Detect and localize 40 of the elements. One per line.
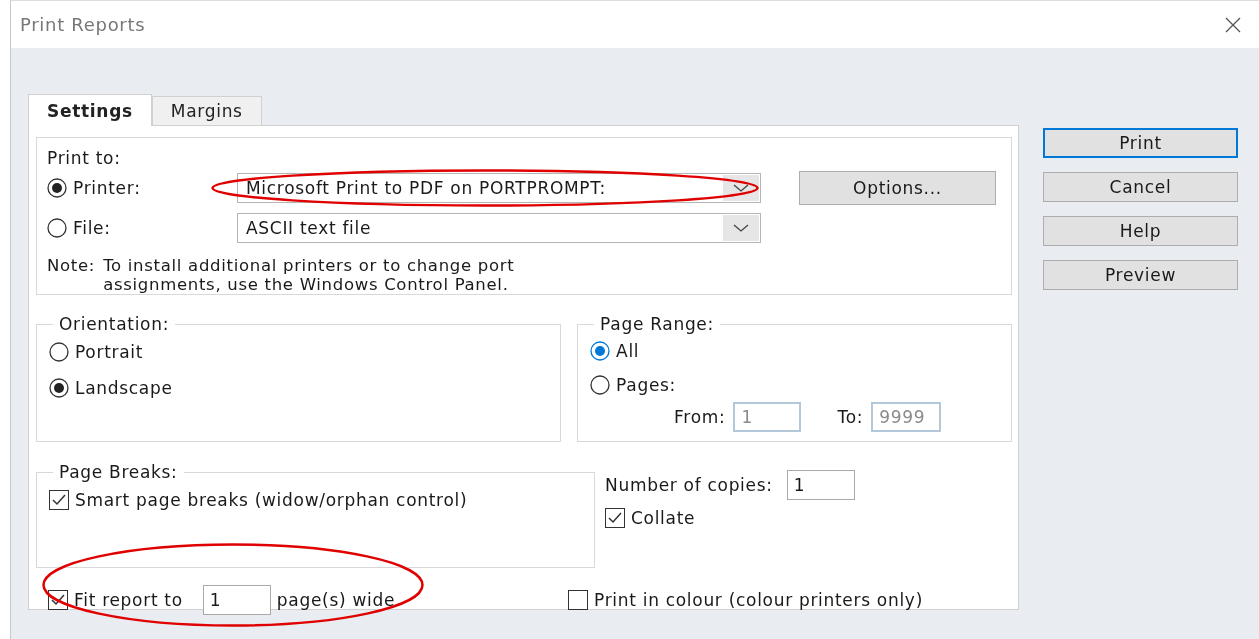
radio-button[interactable]: [49, 378, 69, 398]
window-title: Print Reports: [20, 14, 146, 35]
checkbox-label: Smart page breaks (widow/orphan control): [75, 490, 468, 510]
radio-label: Pages:: [616, 375, 677, 395]
field-label: To:: [837, 407, 864, 427]
caret-icon: [723, 215, 759, 241]
checkbox[interactable]: [568, 590, 588, 610]
radio-button[interactable]: [47, 218, 67, 238]
checkbox-label: Collate: [631, 508, 696, 528]
radio-label: All: [616, 341, 640, 361]
input-field[interactable]: 1: [786, 470, 855, 500]
checkbox-label: Print in colour (colour printers only): [594, 590, 923, 610]
dialog-button[interactable]: Cancel: [1043, 172, 1238, 202]
input-field[interactable]: 1: [202, 585, 271, 615]
note-text: To install additional printers or to change port assignments, use the Windows Control Panel.: [103, 256, 516, 294]
note-label: Note:: [47, 256, 96, 277]
group-label: Page Breaks:: [58, 462, 179, 482]
dialog-button[interactable]: Help: [1043, 216, 1238, 246]
checkbox[interactable]: [605, 508, 625, 528]
dropdown[interactable]: ASCII text file: [237, 213, 761, 243]
group-label: Orientation:: [58, 314, 171, 334]
group-label: Print to:: [47, 148, 121, 168]
tab[interactable]: Settings: [28, 94, 152, 126]
dialog-button[interactable]: Preview: [1043, 260, 1238, 290]
checkbox-label: Fit report to: [74, 590, 183, 610]
dropdown[interactable]: Microsoft Print to PDF on PORTPROMPT:: [237, 173, 761, 203]
radio-label: Portrait: [75, 342, 144, 362]
radio-label: Landscape: [75, 378, 173, 398]
radio-button[interactable]: [47, 178, 67, 198]
field-label: Number of copies:: [605, 475, 773, 495]
radio-label: File:: [73, 218, 111, 238]
group-label: Page Range:: [599, 314, 715, 334]
field-label: From:: [674, 407, 726, 427]
field-label: page(s) wide: [276, 590, 396, 610]
tab[interactable]: Margins: [151, 96, 262, 125]
radio-label: Printer:: [73, 178, 141, 198]
radio-button[interactable]: [49, 342, 69, 362]
dialog-button[interactable]: Print: [1043, 128, 1238, 158]
checkbox[interactable]: [49, 490, 69, 510]
options-button[interactable]: Options...: [799, 171, 996, 205]
